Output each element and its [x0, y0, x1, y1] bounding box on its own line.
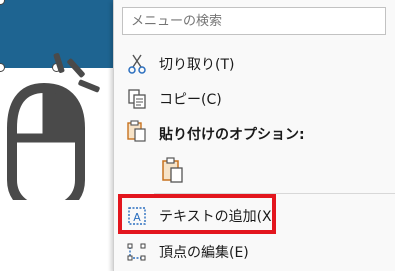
- paste-options-header: 貼り付けのオプション:: [114, 118, 395, 148]
- menu-search-input[interactable]: [122, 7, 386, 35]
- copy-icon: [128, 89, 146, 109]
- edit-points-icon: [127, 243, 146, 261]
- menu-item-edit-points[interactable]: 頂点の編集(E): [114, 233, 395, 269]
- menu-item-copy[interactable]: コピー(C): [114, 80, 395, 116]
- menu-item-edit-points-label: 頂点の編集(E): [159, 245, 249, 261]
- paste-icon: [127, 120, 146, 142]
- highlight-box: [118, 194, 276, 234]
- mouse-right-click-icon: [7, 53, 100, 200]
- menu-item-cut-label: 切り取り(T): [159, 57, 235, 73]
- paste-keep-source-icon[interactable]: [160, 156, 186, 184]
- menu-item-cut[interactable]: 切り取り(T): [114, 45, 395, 81]
- scissors-icon: [128, 54, 146, 74]
- paste-options-label: 貼り付けのオプション:: [159, 127, 305, 143]
- menu-item-copy-label: コピー(C): [159, 92, 222, 108]
